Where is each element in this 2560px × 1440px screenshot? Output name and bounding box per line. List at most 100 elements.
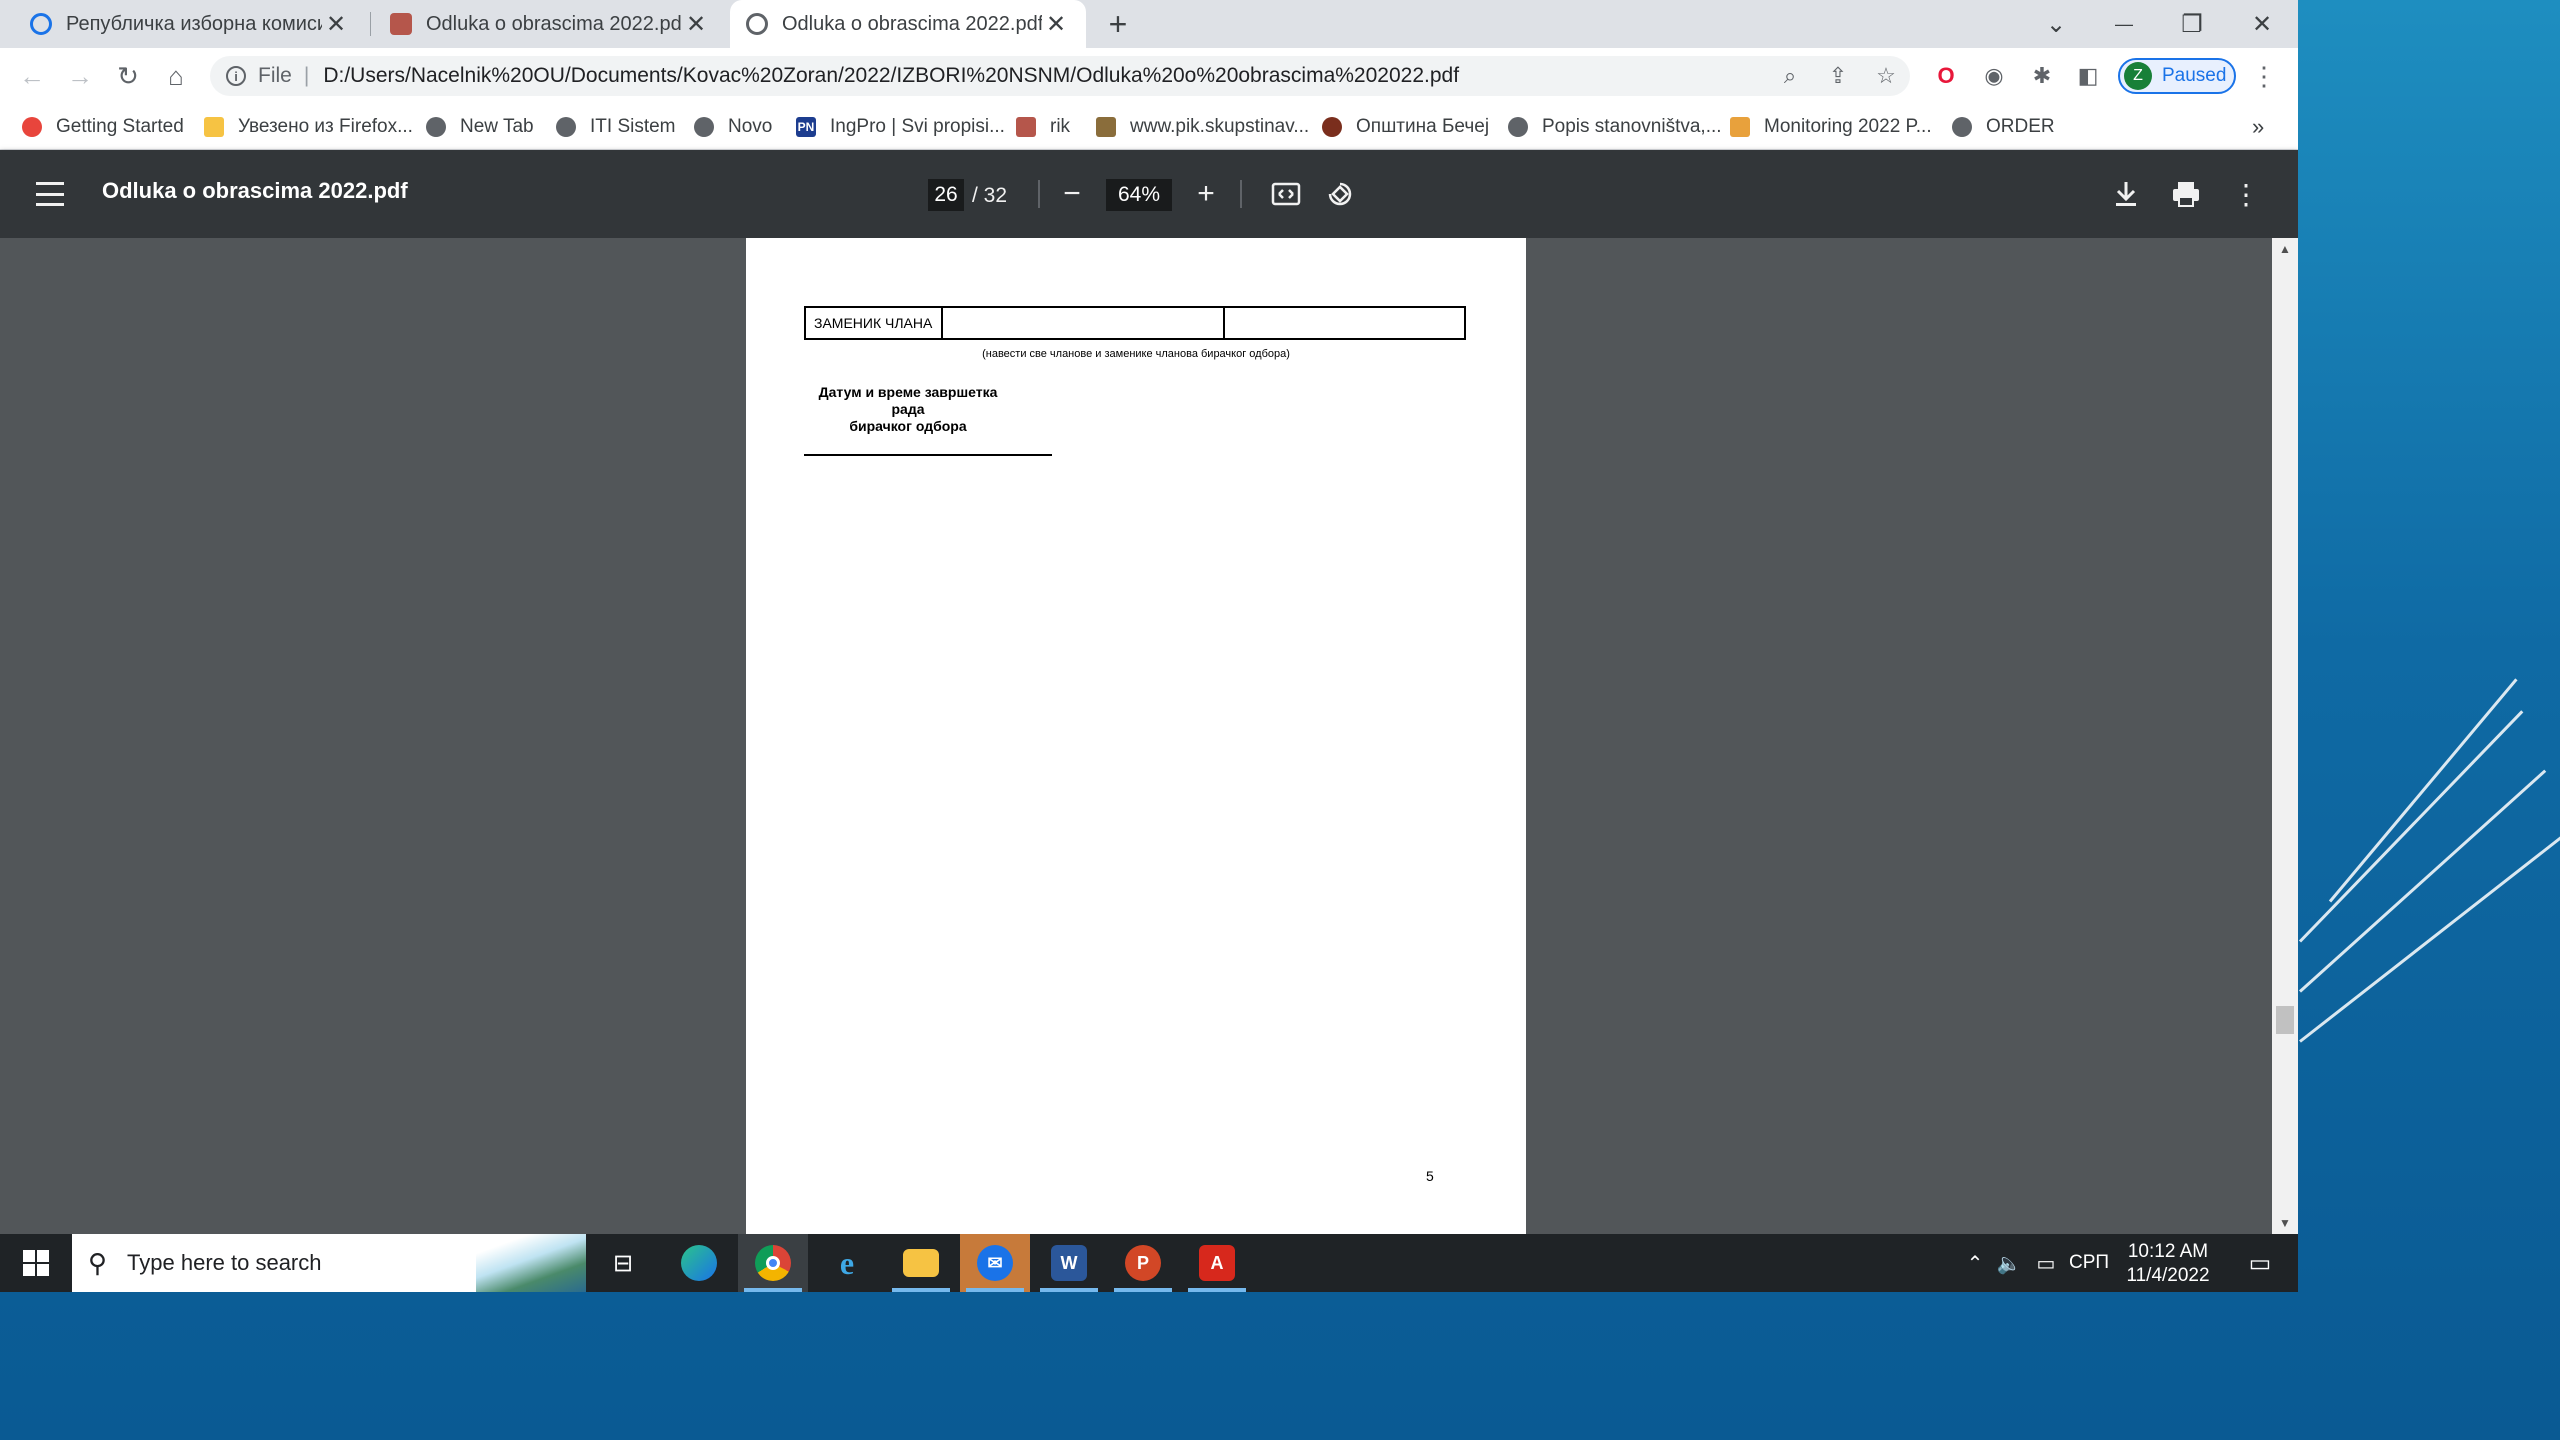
taskbar-chrome[interactable] [738,1234,808,1292]
url-scheme: File [258,64,292,87]
fit-to-page-icon[interactable] [1266,174,1306,214]
rik-favicon-icon [30,13,52,35]
bookmark-iti-sistem[interactable]: ITI Sistem [556,112,676,142]
page-total: / 32 [972,184,1008,207]
profile-button[interactable]: Z Paused [2118,58,2236,94]
chrome-menu-icon[interactable]: ⋮ [2244,56,2284,96]
show-hidden-icons-button[interactable]: ⌃ [1958,1234,1992,1292]
profile-status: Paused [2162,65,2227,86]
tab-close-icon[interactable]: ✕ [322,10,350,39]
tab-close-icon[interactable]: ✕ [1042,10,1070,39]
taskbar-word[interactable]: W [1034,1234,1104,1292]
new-tab-button[interactable]: + [1094,0,1142,48]
url-separator: | [303,64,310,87]
bookmark-rik[interactable]: rik [1016,112,1070,142]
info-icon[interactable]: i [226,66,246,86]
firefox-icon [22,117,42,137]
bookmarks-overflow-button[interactable]: » [2252,112,2264,142]
globe-favicon-icon [746,13,768,35]
table-label-cell: ЗАМЕНИК ЧЛАНА [806,308,943,338]
chart-icon [1730,117,1750,137]
tab-title: Републичка изборна комисија [66,12,322,35]
pdf-title: Odluka o obrascima 2022.pdf [102,178,408,203]
start-button[interactable] [0,1234,72,1292]
coat-of-arms-favicon-icon [390,13,412,35]
network-icon[interactable]: ▭ [2028,1234,2064,1292]
tab-strip: Републичка изборна комисија ✕ Odluka o o… [0,0,2298,48]
bookmark-star-icon[interactable]: ☆ [1866,56,1906,96]
language-indicator[interactable]: СРП [2064,1234,2114,1292]
volume-icon[interactable]: 🔈 [1992,1234,2026,1292]
windows-logo-icon [23,1250,49,1276]
bookmark-getting-started[interactable]: Getting Started [22,112,184,142]
taskbar-search[interactable]: ⚲ Type here to search [72,1234,586,1292]
side-panel-icon[interactable]: ◧ [2068,56,2108,96]
toolbar-divider [1240,180,1242,208]
scroll-down-arrow-icon[interactable]: ▼ [2272,1212,2298,1234]
taskbar-acrobat[interactable]: A [1182,1234,1252,1292]
scroll-up-arrow-icon[interactable]: ▲ [2272,238,2298,260]
rotate-icon[interactable] [1320,174,1360,214]
vpn-extension-icon[interactable]: ◉ [1974,56,2014,96]
close-window-button[interactable]: ✕ [2238,0,2286,48]
download-icon[interactable] [2106,174,2146,214]
bookmark-folder-firefox[interactable]: Увезено из Firefox... [204,112,413,142]
pdf-viewport[interactable]: ЗАМЕНИК ЧЛАНА (навести све чланове и зам… [0,238,2298,1234]
task-view-button[interactable]: ⊟ [588,1234,658,1292]
home-button[interactable]: ⌂ [156,56,196,96]
taskbar-file-explorer[interactable] [886,1234,956,1292]
powerpoint-icon: P [1125,1245,1161,1281]
zoom-input[interactable]: 64% [1106,179,1172,211]
tab-close-icon[interactable]: ✕ [682,10,710,39]
hamburger-menu-icon[interactable] [30,176,70,212]
bookmark-pik-skupstina[interactable]: www.pik.skupstinav... [1096,112,1309,142]
bookmark-opstina-becej[interactable]: Општина Бечеј [1322,112,1489,142]
minimize-button[interactable]: — [2100,0,2148,48]
bookmark-novo[interactable]: Novo [694,112,772,142]
back-button[interactable]: ← [12,56,52,96]
extensions-puzzle-icon[interactable]: ✱ [2022,56,2062,96]
tab-rik[interactable]: Републичка изборна комисија ✕ [14,0,366,48]
members-table: ЗАМЕНИК ЧЛАНА [804,306,1466,340]
zoom-in-button[interactable]: + [1186,174,1226,214]
bookmark-ingpro[interactable]: PN IngPro | Svi propisi... [796,112,1005,142]
bookmark-order[interactable]: ORDER [1952,112,2055,142]
acrobat-icon: A [1199,1245,1235,1281]
vertical-scrollbar[interactable]: ▲ ▼ [2272,238,2298,1234]
taskbar-internet-explorer[interactable]: e [812,1234,882,1292]
table-empty-cell [943,308,1225,338]
zoom-out-button[interactable]: − [1052,174,1092,214]
taskbar-edge[interactable] [664,1234,734,1292]
url-text[interactable]: D:/Users/Nacelnik%20OU/Documents/Kovac%2… [323,64,1459,88]
print-icon[interactable] [2166,174,2206,214]
share-icon[interactable]: ⇪ [1818,56,1858,96]
address-bar[interactable]: i File | D:/Users/Nacelnik%20OU/Document… [210,56,1910,96]
notification-center-icon[interactable]: ▭ [2232,1234,2288,1292]
restore-button[interactable]: ❐ [2168,0,2216,48]
reload-button[interactable]: ↻ [108,56,148,96]
end-datetime-label: Датум и време завршетка рада бирачког од… [808,384,1008,435]
scrollbar-thumb[interactable] [2276,1006,2294,1034]
opera-extension-icon[interactable]: O [1926,56,1966,96]
internet-explorer-icon: e [839,1244,855,1281]
bookmark-popis[interactable]: Popis stanovništva,... [1508,112,1722,142]
browser-toolbar: ← → ↻ ⌂ i File | D:/Users/Nacelnik%20OU/… [0,48,2298,104]
taskbar-clock[interactable]: 10:12 AM 11/4/2022 [2110,1240,2226,1288]
tab-pdf-1[interactable]: Odluka o obrascima 2022.pdf ✕ [374,0,726,48]
forward-button[interactable]: → [60,56,100,96]
tab-search-button[interactable]: ⌄ [2032,0,2080,48]
folder-icon [204,117,224,137]
globe-icon [556,117,576,137]
bookmark-new-tab[interactable]: New Tab [426,112,534,142]
end-label-line1: Датум и време завршетка рада [818,384,998,417]
zoom-icon[interactable]: ⌕ [1770,56,1810,96]
bookmark-monitoring[interactable]: Monitoring 2022 P... [1730,112,1932,142]
taskbar-powerpoint[interactable]: P [1108,1234,1178,1292]
edge-icon [681,1245,717,1281]
wallpaper-streak [2299,818,2560,1043]
page-number-input[interactable]: 26 [928,179,964,211]
taskbar-outlook[interactable]: ✉ [960,1234,1030,1292]
municipality-icon [1322,117,1342,137]
more-options-icon[interactable]: ⋮ [2226,174,2266,214]
tab-pdf-active[interactable]: Odluka o obrascima 2022.pdf ✕ [730,0,1086,48]
